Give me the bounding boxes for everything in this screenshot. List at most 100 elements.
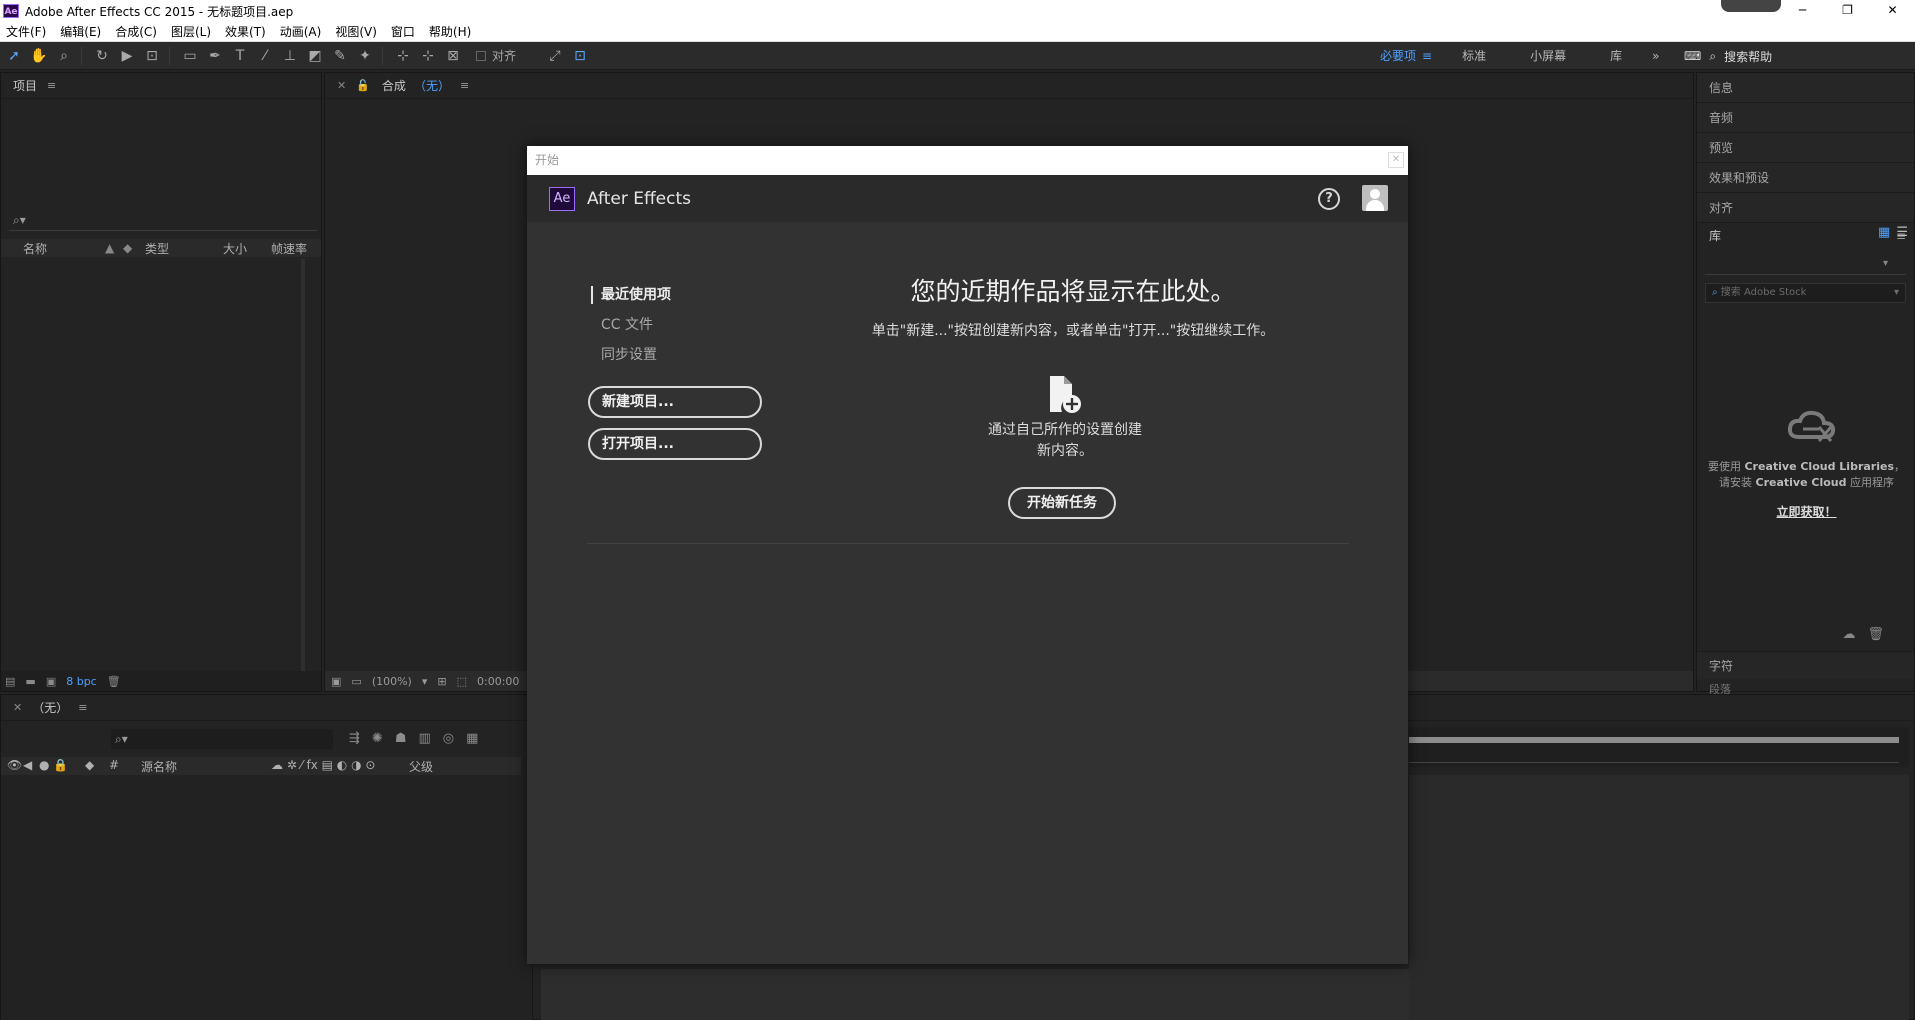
- roto-brush-tool-icon[interactable]: ✎: [329, 45, 351, 67]
- interpret-footage-icon[interactable]: ▤: [5, 675, 15, 688]
- menu-view[interactable]: 视图(V): [335, 23, 377, 40]
- composition-tab[interactable]: ✕ 🔓 合成 （无） ≡: [325, 73, 1693, 99]
- menu-window[interactable]: 窗口: [391, 23, 415, 40]
- visibility-icon[interactable]: 👁: [7, 758, 22, 772]
- magnification-select[interactable]: (100%): [372, 675, 412, 688]
- project-search-input[interactable]: ⌕▾: [9, 213, 317, 231]
- menu-effect[interactable]: 效果(T): [225, 23, 266, 40]
- monitor-icon[interactable]: ▭: [351, 675, 361, 688]
- composition-mini-flowchart-icon[interactable]: ⇶: [349, 731, 360, 746]
- character-panel-tab[interactable]: 字符: [1697, 651, 1914, 679]
- frame-blending-icon[interactable]: ▥: [418, 731, 430, 746]
- panel-menu-icon[interactable]: ≡: [460, 79, 469, 92]
- stock-search-input[interactable]: ⌕ 搜索 Adobe Stock ▾: [1705, 283, 1906, 303]
- column-type[interactable]: 类型: [145, 240, 169, 257]
- close-icon[interactable]: ✕: [1388, 152, 1404, 168]
- workspace-small-screen[interactable]: 小屏幕: [1508, 42, 1588, 70]
- menu-file[interactable]: 文件(F): [6, 23, 46, 40]
- always-preview-icon[interactable]: ▣: [331, 675, 341, 688]
- snap-grid-icon[interactable]: ⊡: [569, 45, 591, 67]
- new-project-button[interactable]: 新建项目...: [588, 386, 762, 418]
- list-view-icon[interactable]: ☰: [1896, 225, 1908, 240]
- column-parent[interactable]: 父级: [409, 758, 433, 775]
- align-checkbox[interactable]: [476, 50, 486, 61]
- zoom-tool-icon[interactable]: ⌕: [53, 45, 75, 67]
- menu-composition[interactable]: 合成(C): [115, 23, 157, 40]
- local-axis-icon[interactable]: ⊹: [392, 45, 414, 67]
- nav-recent[interactable]: 最近使用项: [591, 286, 671, 304]
- more-workspaces-icon[interactable]: »: [1644, 42, 1667, 70]
- panel-menu-icon[interactable]: ≡: [47, 79, 56, 92]
- view-axis-icon[interactable]: ⊠: [442, 45, 464, 67]
- roi-icon[interactable]: ⬚: [457, 675, 467, 688]
- time-ruler[interactable]: [1409, 727, 1909, 767]
- get-cc-link[interactable]: 立即获取！: [1697, 503, 1915, 520]
- timecode-display[interactable]: 0:00:00: [477, 675, 519, 688]
- lock-icon[interactable]: 🔒: [53, 758, 68, 772]
- world-axis-icon[interactable]: ⊹: [417, 45, 439, 67]
- lock-icon[interactable]: 🔓: [356, 79, 370, 92]
- effects-presets-panel-tab[interactable]: 效果和预设: [1697, 163, 1914, 193]
- rotate-tool-icon[interactable]: ↻: [91, 45, 113, 67]
- search-help[interactable]: ⌨ ⌕ 搜索帮助: [1684, 42, 1772, 70]
- trash-icon[interactable]: 🗑: [1867, 627, 1884, 642]
- solo-icon[interactable]: ●: [39, 758, 49, 772]
- close-tab-icon[interactable]: ✕: [337, 79, 346, 92]
- project-panel-header[interactable]: 项目 ≡: [1, 73, 321, 99]
- chevron-down-icon[interactable]: ▾: [1894, 284, 1899, 302]
- library-select[interactable]: ▾: [1705, 253, 1906, 275]
- start-new-task-button[interactable]: 开始新任务: [1008, 487, 1116, 519]
- column-size[interactable]: 大小: [223, 240, 247, 257]
- align-panel-tab[interactable]: 对齐: [1697, 193, 1914, 223]
- camera-tool-icon[interactable]: ▶: [116, 45, 138, 67]
- menu-layer[interactable]: 图层(L): [171, 23, 211, 40]
- timeline-graph-area[interactable]: [1409, 775, 1909, 1020]
- nav-sync-settings[interactable]: 同步设置: [591, 340, 671, 370]
- type-tool-icon[interactable]: T: [229, 45, 251, 67]
- brush-tool-icon[interactable]: ⁄: [254, 45, 276, 67]
- rectangle-tool-icon[interactable]: ▭: [179, 45, 201, 67]
- help-icon[interactable]: ?: [1318, 188, 1340, 210]
- hand-tool-icon[interactable]: ✋: [28, 45, 50, 67]
- column-framerate[interactable]: 帧速率: [271, 240, 307, 257]
- open-project-button[interactable]: 打开项目...: [588, 428, 762, 460]
- column-name[interactable]: 名称: [23, 240, 47, 257]
- cc-sync-icon[interactable]: ☁: [1842, 627, 1855, 642]
- grid-view-icon[interactable]: ▦: [1878, 225, 1890, 240]
- snap-icon[interactable]: ⤢: [544, 45, 566, 67]
- shy-layers-icon[interactable]: ☗: [395, 731, 407, 746]
- workspace-libraries[interactable]: 库: [1588, 42, 1644, 70]
- pan-behind-tool-icon[interactable]: ⊡: [141, 45, 163, 67]
- chevron-down-icon[interactable]: ▾: [422, 675, 428, 688]
- nav-cc-files[interactable]: CC 文件: [591, 310, 671, 340]
- info-panel-tab[interactable]: 信息: [1697, 73, 1914, 103]
- restore-button[interactable]: ❐: [1825, 0, 1870, 22]
- preview-panel-tab[interactable]: 预览: [1697, 133, 1914, 163]
- project-scrollbar[interactable]: [301, 259, 305, 671]
- menu-edit[interactable]: 编辑(E): [60, 23, 101, 40]
- new-folder-icon[interactable]: ▬: [25, 675, 35, 688]
- column-source-name[interactable]: 源名称: [141, 758, 177, 775]
- timeline-search-input[interactable]: ⌕▾: [111, 729, 333, 749]
- motion-blur-icon[interactable]: ◎: [443, 731, 454, 746]
- workspace-menu-icon[interactable]: ≡: [1422, 49, 1432, 63]
- minimize-button[interactable]: ─: [1780, 0, 1825, 22]
- clone-stamp-tool-icon[interactable]: ⊥: [279, 45, 301, 67]
- pen-tool-icon[interactable]: ✒: [204, 45, 226, 67]
- work-area-bar[interactable]: [1409, 737, 1899, 743]
- panel-menu-icon[interactable]: ≡: [78, 701, 87, 714]
- workspace-standard[interactable]: 标准: [1440, 42, 1508, 70]
- puppet-pin-tool-icon[interactable]: ✦: [354, 45, 376, 67]
- close-tab-icon[interactable]: ✕: [13, 701, 22, 714]
- close-button[interactable]: ✕: [1870, 0, 1915, 22]
- menu-animation[interactable]: 动画(A): [280, 23, 322, 40]
- audio-panel-tab[interactable]: 音频: [1697, 103, 1914, 133]
- user-avatar-icon[interactable]: [1362, 185, 1388, 211]
- draft-3d-icon[interactable]: ✺: [372, 731, 383, 746]
- grid-toggle-icon[interactable]: ⊞: [437, 675, 446, 688]
- audio-icon[interactable]: ◀: [23, 758, 32, 772]
- trash-icon[interactable]: 🗑: [107, 675, 121, 688]
- new-composition-icon[interactable]: ▣: [46, 675, 56, 688]
- menu-help[interactable]: 帮助(H): [429, 23, 471, 40]
- eraser-tool-icon[interactable]: ◩: [304, 45, 326, 67]
